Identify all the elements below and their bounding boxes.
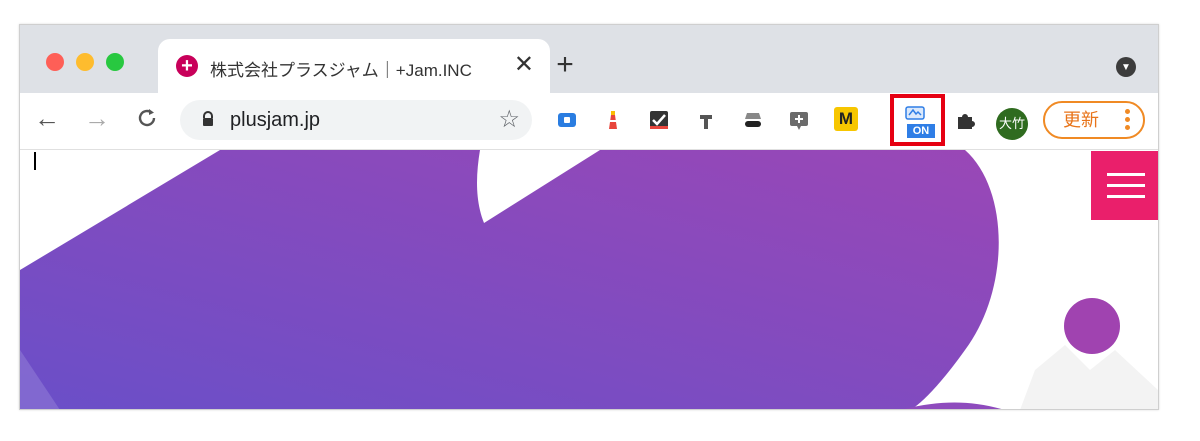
lighthouse-extension-icon[interactable] xyxy=(602,109,624,131)
address-bar[interactable]: plusjam.jp ☆ xyxy=(180,100,532,140)
reload-icon-graphic xyxy=(138,109,156,127)
browser-window: + 株式会社プラスジャム｜+Jam.INC ✕ + ▼ ← → plusjam.… xyxy=(19,24,1159,410)
tab-strip: + 株式会社プラスジャム｜+Jam.INC ✕ + ▼ xyxy=(20,25,1158,93)
incognito-extension-icon[interactable] xyxy=(742,109,764,131)
reload-icon[interactable] xyxy=(136,103,158,135)
new-tab-button[interactable]: + xyxy=(550,50,580,80)
text-cursor xyxy=(34,152,36,170)
zoom-window-button[interactable] xyxy=(106,53,124,71)
on-off-extension-icon[interactable] xyxy=(903,103,929,125)
profile-avatar[interactable]: 大竹 xyxy=(996,108,1028,140)
update-button[interactable]: 更新 xyxy=(1043,101,1145,139)
checklist-extension-icon[interactable] xyxy=(648,109,670,131)
on-badge: ON xyxy=(907,124,935,138)
hero-graphic xyxy=(20,150,1158,409)
bookmark-star-icon[interactable]: ☆ xyxy=(498,105,520,134)
tag-extension-icon[interactable] xyxy=(556,109,578,131)
toolbar: ← → plusjam.jp ☆ M ON 大竹 更新 xyxy=(20,93,1158,150)
plusjam-favicon-icon: + xyxy=(176,55,198,77)
tab-search-icon[interactable]: ▼ xyxy=(1116,57,1136,77)
puzzle-icon[interactable] xyxy=(954,109,976,131)
arrow-extension-icon[interactable] xyxy=(696,109,718,131)
url-text: plusjam.jp xyxy=(230,109,321,131)
page-content xyxy=(20,150,1158,409)
hamburger-menu-icon[interactable] xyxy=(1091,151,1158,220)
close-window-button[interactable] xyxy=(46,53,64,71)
minimize-window-button[interactable] xyxy=(76,53,94,71)
close-tab-icon[interactable]: ✕ xyxy=(514,51,534,79)
back-icon[interactable]: ← xyxy=(34,103,60,133)
feedback-extension-icon[interactable] xyxy=(788,109,810,131)
active-tab[interactable]: + 株式会社プラスジャム｜+Jam.INC ✕ xyxy=(158,39,550,93)
lock-icon xyxy=(203,111,213,126)
tab-title: 株式会社プラスジャム｜+Jam.INC xyxy=(210,61,472,80)
forward-icon[interactable]: → xyxy=(84,103,110,133)
more-vertical-icon xyxy=(1125,109,1131,133)
update-label: 更新 xyxy=(1063,110,1099,130)
m-extension-icon[interactable]: M xyxy=(834,107,858,131)
